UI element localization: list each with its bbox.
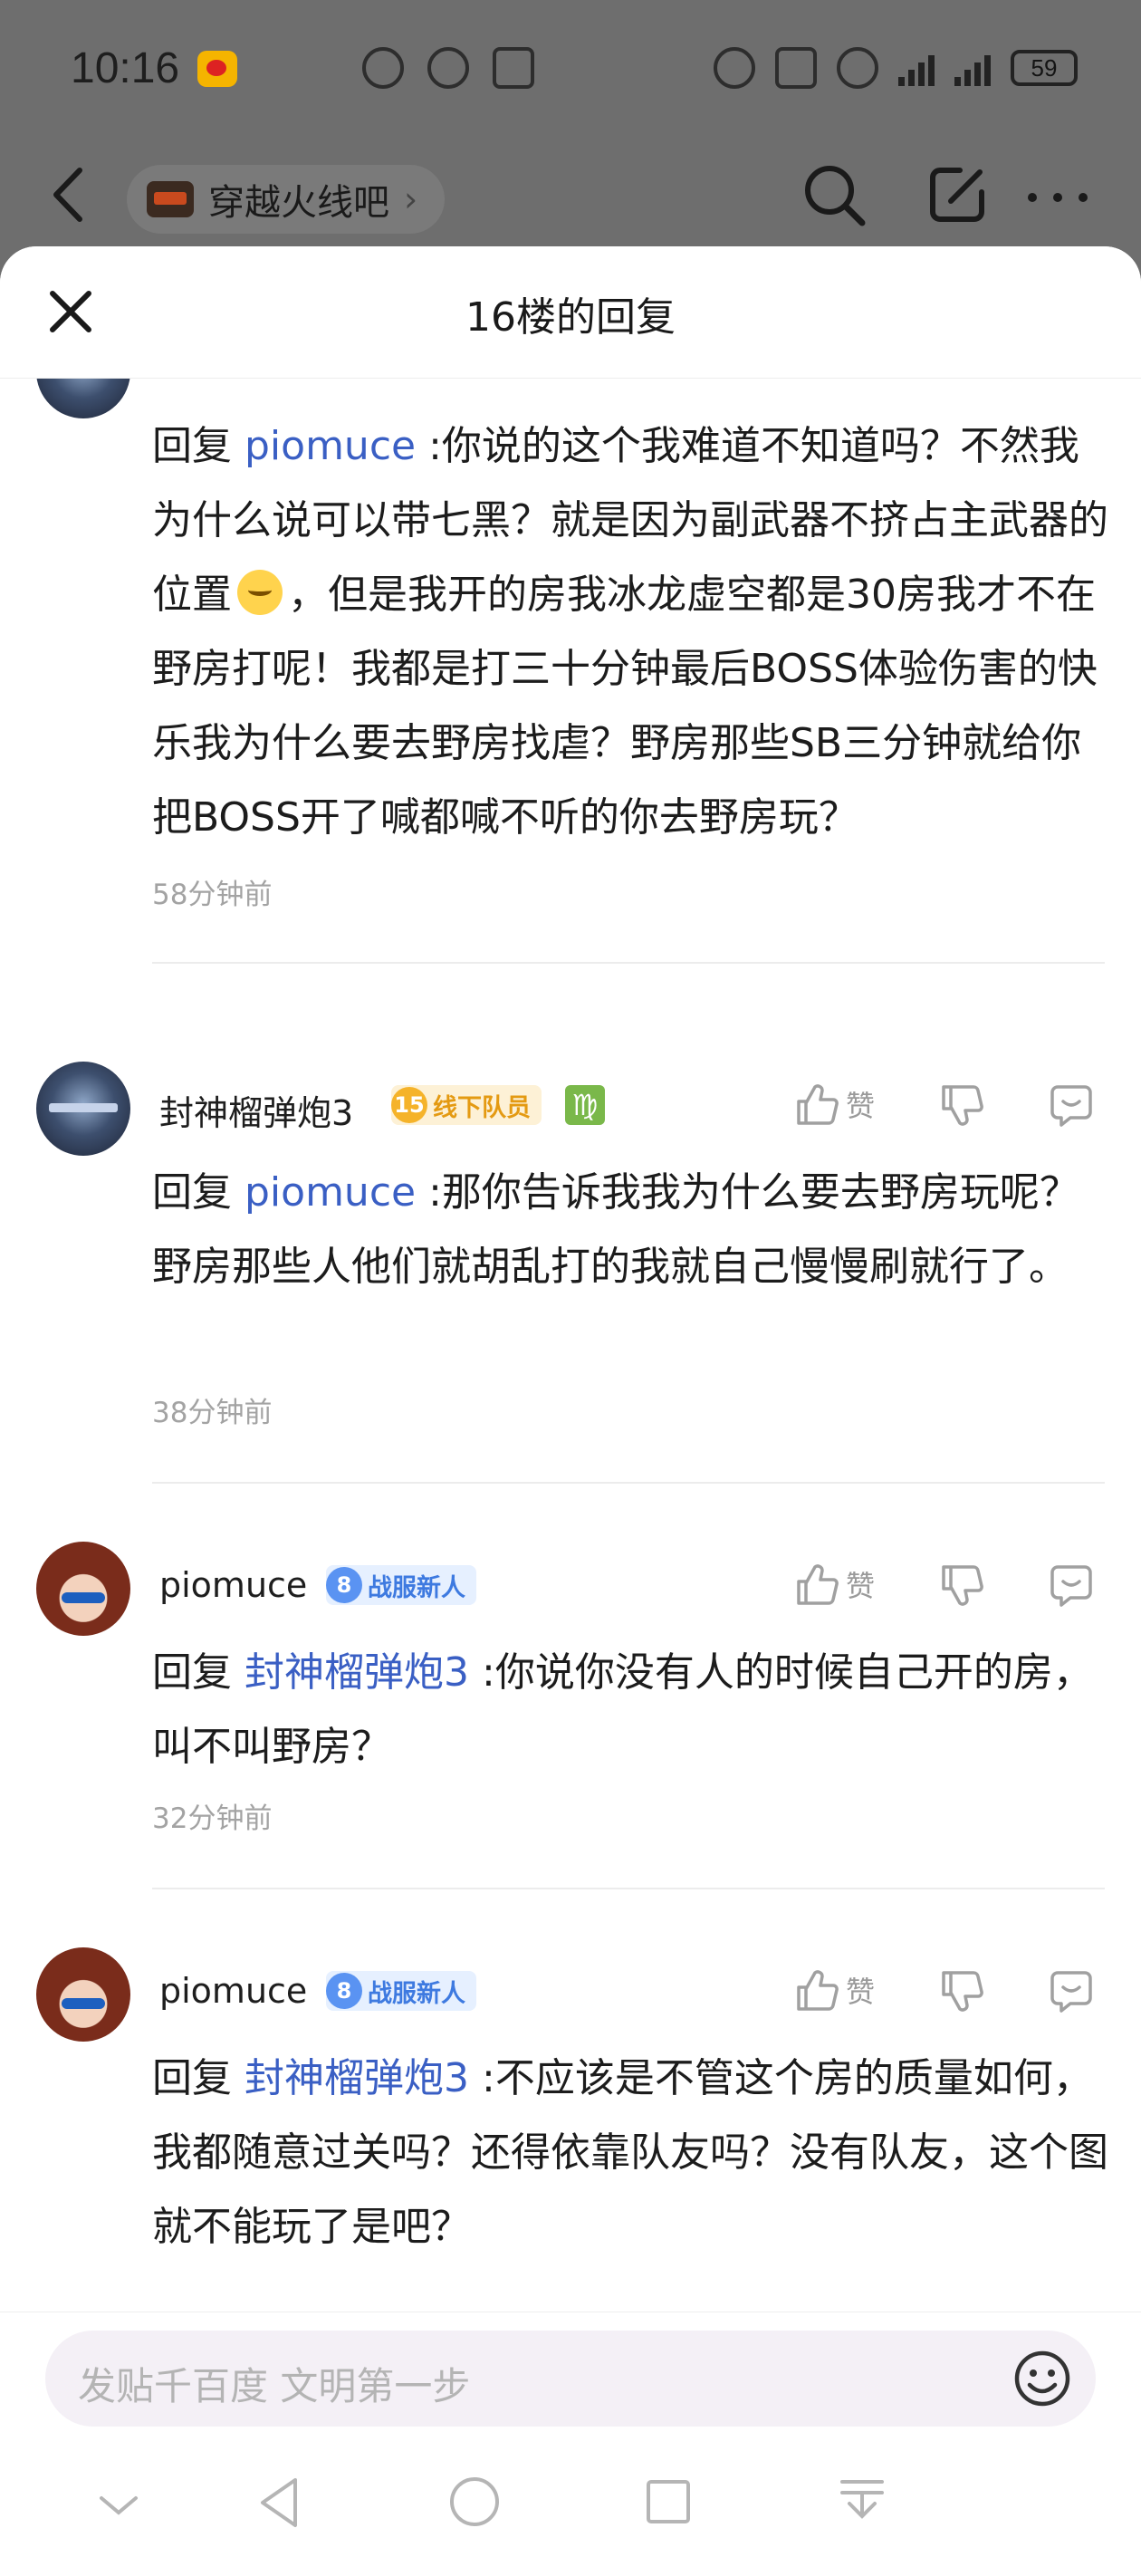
replies-sheet: 16楼的回复 回复 piomuce :你说的这个我难道不知道吗？不然我为什么说可… [0,246,1141,2576]
forum-logo [147,181,194,217]
back-triangle-icon[interactable] [255,2475,302,2531]
dislike-button[interactable] [938,1083,983,1129]
reply-body: 回复 piomuce :那你告诉我我为什么要去野房玩呢？野房那些人他们就胡乱打的… [152,1156,1112,1304]
reply-prefix: 回复 [152,1649,232,1696]
sheet-title: 16楼的回复 [465,294,676,341]
reply-body: 回复 piomuce :你说的这个我难道不知道吗？不然我为什么说可以带七黑？就是… [152,409,1112,855]
reply-prefix: 回复 [152,2055,232,2101]
mention-link[interactable]: 封神榴弹炮3 [244,1649,469,1696]
avatar[interactable] [36,1542,130,1636]
reply-time: 32分钟前 [152,1802,273,1835]
reply-time: 38分钟前 [152,1397,273,1429]
recents-square-icon[interactable] [643,2476,694,2527]
comment-icon [1050,1565,1092,1607]
like-label: 赞 [846,1975,876,2009]
level-badge: 15 线下队员 [391,1085,542,1125]
avatar[interactable] [36,1062,130,1156]
like-label: 赞 [846,1569,876,1603]
composer-bar: 发贴千百度 文明第一步 [0,2312,1141,2447]
like-button[interactable]: 赞 [793,1562,875,1607]
reply-text-cont: ，但是我开的房我冰龙虚空都是30房我才不在野房打呢！我都是打三十分钟最后BOSS… [152,572,1098,841]
reply-body: 回复 封神榴弹炮3 :你说你没有人的时候自己开的房，叫不叫野房？ [152,1636,1112,1784]
status-icons-center [362,47,534,89]
bluetooth-icon [775,47,817,89]
eye-icon [427,47,469,89]
back-arrow-icon[interactable] [47,165,89,225]
badge-label: 线下队员 [433,1093,531,1122]
battery-icon: 59 [1011,50,1078,86]
signal-1-icon [898,50,935,86]
weibo-notification-icon [197,51,237,87]
thumbs-up-icon [797,1564,839,1605]
badge-level: 15 [391,1087,427,1123]
reply-prefix: 回复 [152,1169,232,1216]
reply-time: 58分钟前 [152,879,273,911]
dislike-button[interactable] [938,1969,983,2014]
level-badge: 8 战服新人 [326,1565,476,1605]
comment-icon [1050,1971,1092,2013]
smile-emoji-icon [237,570,283,615]
reply-body: 回复 封神榴弹炮3 :不应该是不管这个房的质量如何，我都随意过关吗？还得依靠队友… [152,2042,1112,2264]
avatar[interactable] [36,379,130,418]
level-badge: 8 战服新人 [326,1971,476,2011]
username[interactable]: 封神榴弹炮3 [159,1085,353,1135]
mention-link[interactable]: piomuce [244,423,416,469]
thumbs-up-icon [797,1084,839,1125]
divider [152,1888,1105,1889]
like-label: 赞 [846,1089,876,1123]
signal-2-icon [954,50,991,86]
mention-link[interactable]: 封神榴弹炮3 [244,2055,469,2101]
thumbs-down-icon [942,1565,983,1606]
chevron-right-icon: › [404,179,418,219]
divider [152,962,1105,964]
chevron-down-icon[interactable] [94,2487,143,2523]
reply-prefix: 回复 [152,423,232,469]
like-button[interactable]: 赞 [793,1081,875,1127]
reply-button[interactable] [1049,1563,1094,1609]
comment-input-placeholder: 发贴千百度 文明第一步 [78,2364,471,2408]
mention-link[interactable]: piomuce [244,1169,416,1216]
alarm-icon [714,47,755,89]
badge-level: 8 [326,1567,362,1603]
forum-chip[interactable]: 穿越火线吧 › [127,165,446,234]
username[interactable]: piomuce [159,1565,307,1605]
forum-name: 穿越火线吧 [208,182,389,224]
badge-label: 战服新人 [368,1573,465,1602]
dislike-button[interactable] [938,1563,983,1609]
search-icon[interactable] [801,161,868,228]
home-circle-icon[interactable] [447,2475,502,2529]
sheet-header: 16楼的回复 [0,246,1141,379]
comment-input[interactable]: 发贴千百度 文明第一步 [45,2331,1096,2427]
like-button[interactable]: 赞 [793,1967,875,2013]
emoji-icon[interactable] [1012,2349,1072,2408]
reply-button[interactable] [1049,1969,1094,2014]
thumbs-down-icon [942,1971,983,2012]
more-icon[interactable] [1021,161,1094,228]
status-icons-right: 59 [714,47,1078,89]
badge-label: 战服新人 [368,1979,465,2008]
status-time: 10:16 [71,44,180,92]
virgo-icon: ♍ [565,1085,605,1125]
download-tray-icon[interactable] [837,2475,887,2529]
thumbs-down-icon [942,1085,983,1126]
badge-level: 8 [326,1973,362,2009]
nfc-icon [493,47,534,89]
thumbs-up-icon [797,1970,839,2011]
system-nav-bar [0,2447,1141,2576]
top-nav: 穿越火线吧 › [0,145,1141,245]
status-bar: 10:16 59 [0,0,1141,136]
edit-icon[interactable] [924,161,991,228]
hd-icon [362,47,404,89]
divider [152,1482,1105,1484]
username[interactable]: piomuce [159,1971,307,2011]
mute-icon [837,47,878,89]
reply-list[interactable]: 回复 piomuce :你说的这个我难道不知道吗？不然我为什么说可以带七黑？就是… [0,379,1141,2317]
comment-icon [1050,1085,1092,1127]
reply-button[interactable] [1049,1083,1094,1129]
avatar[interactable] [36,1947,130,2042]
